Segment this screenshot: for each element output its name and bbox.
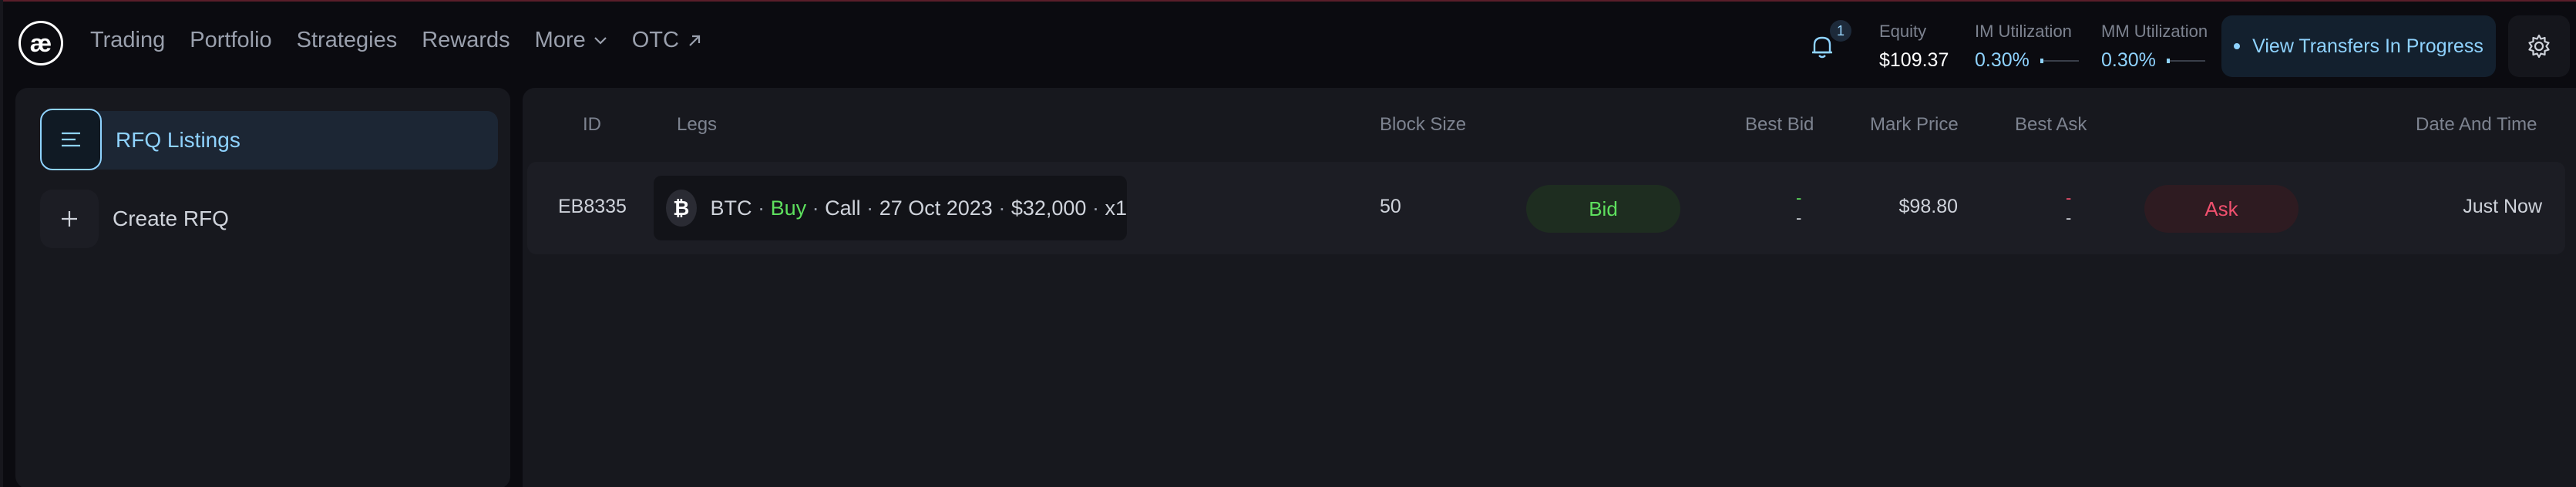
bitcoin-icon: ₿: [666, 190, 697, 227]
date-time: Just Now: [2463, 196, 2542, 217]
main-nav: Trading Portfolio Strategies Rewards Mor…: [90, 28, 727, 53]
app-logo[interactable]: æ: [18, 21, 63, 65]
mm-utilization-stat: MM Utilization 0.30%: [2101, 22, 2208, 72]
equity-stat: Equity $109.37: [1879, 22, 1949, 72]
nav-label: More: [534, 28, 586, 52]
im-utilization-row: 0.30%: [1975, 49, 2079, 72]
table-row[interactable]: EB8335 ₿ BTC · Buy · Call · 27 Oct 2023 …: [527, 162, 2565, 254]
column-header-best-ask[interactable]: Best Ask: [2015, 114, 2087, 136]
rfq-id: EB8335: [558, 196, 627, 217]
mm-utilization-bar: [2166, 58, 2205, 63]
nav-label: OTC: [631, 28, 679, 52]
sidebar: RFQ Listings Create RFQ: [15, 88, 510, 487]
mark-price: $98.80: [1898, 196, 1958, 217]
gear-icon: [2528, 34, 2550, 59]
sidebar-item-label: RFQ Listings: [116, 128, 240, 152]
im-utilization-bar: [2040, 58, 2079, 63]
bid-button[interactable]: Bid: [1526, 185, 1680, 233]
best-bid-values: - -: [1796, 188, 1801, 228]
best-bid-line: -: [1796, 208, 1802, 227]
leg-description: BTC · Buy · Call · 27 Oct 2023 · $32,000…: [711, 196, 1127, 220]
nav-item-portfolio[interactable]: Portfolio: [190, 28, 271, 53]
leg-qty: x1: [1105, 196, 1127, 220]
leg-expiry: 27 Oct 2023: [879, 196, 993, 220]
im-utilization-stat: IM Utilization 0.30%: [1975, 22, 2079, 72]
leg-separator: ·: [758, 196, 765, 220]
nav-item-rewards[interactable]: Rewards: [422, 28, 509, 53]
chevron-down-icon: [594, 36, 607, 45]
sidebar-item-rfq-listings[interactable]: RFQ Listings: [40, 109, 498, 170]
nav-label: Rewards: [422, 28, 510, 52]
best-ask-line: -: [2066, 188, 2072, 207]
nav-item-trading[interactable]: Trading: [90, 28, 165, 53]
mm-utilization-value: 0.30%: [2101, 49, 2156, 71]
column-header-best-bid[interactable]: Best Bid: [1745, 114, 1814, 136]
block-size: 50: [1380, 196, 1401, 217]
best-ask-line: -: [2066, 208, 2072, 227]
leg-type: Call: [825, 196, 861, 220]
nav-item-strategies[interactable]: Strategies: [297, 28, 398, 53]
equity-label: Equity: [1879, 22, 1927, 41]
list-icon: [40, 109, 102, 170]
leg-separator: ·: [812, 196, 819, 220]
mm-utilization-label: MM Utilization: [2101, 22, 2208, 41]
plus-icon: [40, 190, 99, 248]
leg-asset: BTC: [710, 196, 752, 220]
view-transfers-button[interactable]: View Transfers In Progress: [2221, 15, 2496, 77]
sidebar-item-create-rfq[interactable]: Create RFQ: [40, 190, 229, 248]
column-header-legs[interactable]: Legs: [677, 114, 717, 136]
nav-item-more[interactable]: More: [535, 28, 607, 53]
nav-label: Portfolio: [190, 28, 272, 52]
im-utilization-label: IM Utilization: [1975, 22, 2072, 41]
leg-separator: ·: [998, 196, 1006, 220]
external-arrow-icon: [689, 35, 701, 46]
best-bid-line: -: [1796, 188, 1802, 207]
nav-label: Strategies: [296, 28, 398, 52]
status-dot-icon: [2234, 43, 2241, 49]
column-header-block-size[interactable]: Block Size: [1380, 114, 1466, 136]
leg-separator: ·: [1091, 196, 1099, 220]
nav-item-otc[interactable]: OTC: [632, 28, 702, 53]
notification-badge: 1: [1830, 20, 1851, 42]
ask-button[interactable]: Ask: [2144, 185, 2299, 233]
leg-chip[interactable]: ₿ BTC · Buy · Call · 27 Oct 2023 · $32,0…: [654, 176, 1127, 240]
nav-label: Trading: [90, 28, 166, 52]
column-header-mark-price[interactable]: Mark Price: [1870, 114, 1959, 136]
im-utilization-value: 0.30%: [1975, 49, 2030, 71]
leg-strike: $32,000: [1011, 196, 1087, 220]
rfq-table-panel: ID Legs Block Size Best Bid Mark Price B…: [523, 88, 2576, 487]
sidebar-item-label: Create RFQ: [113, 207, 229, 230]
mm-utilization-row: 0.30%: [2101, 49, 2208, 72]
column-header-date-time[interactable]: Date And Time: [2416, 114, 2537, 136]
column-header-id[interactable]: ID: [583, 114, 601, 136]
top-header: æ Trading Portfolio Strategies Rewards M…: [0, 2, 2576, 86]
settings-button[interactable]: [2508, 15, 2570, 77]
leg-side: Buy: [770, 196, 807, 220]
equity-value: $109.37: [1879, 49, 1949, 71]
best-ask-values: - -: [2066, 188, 2071, 228]
view-transfers-label: View Transfers In Progress: [2252, 35, 2484, 57]
leg-separator: ·: [866, 196, 874, 220]
